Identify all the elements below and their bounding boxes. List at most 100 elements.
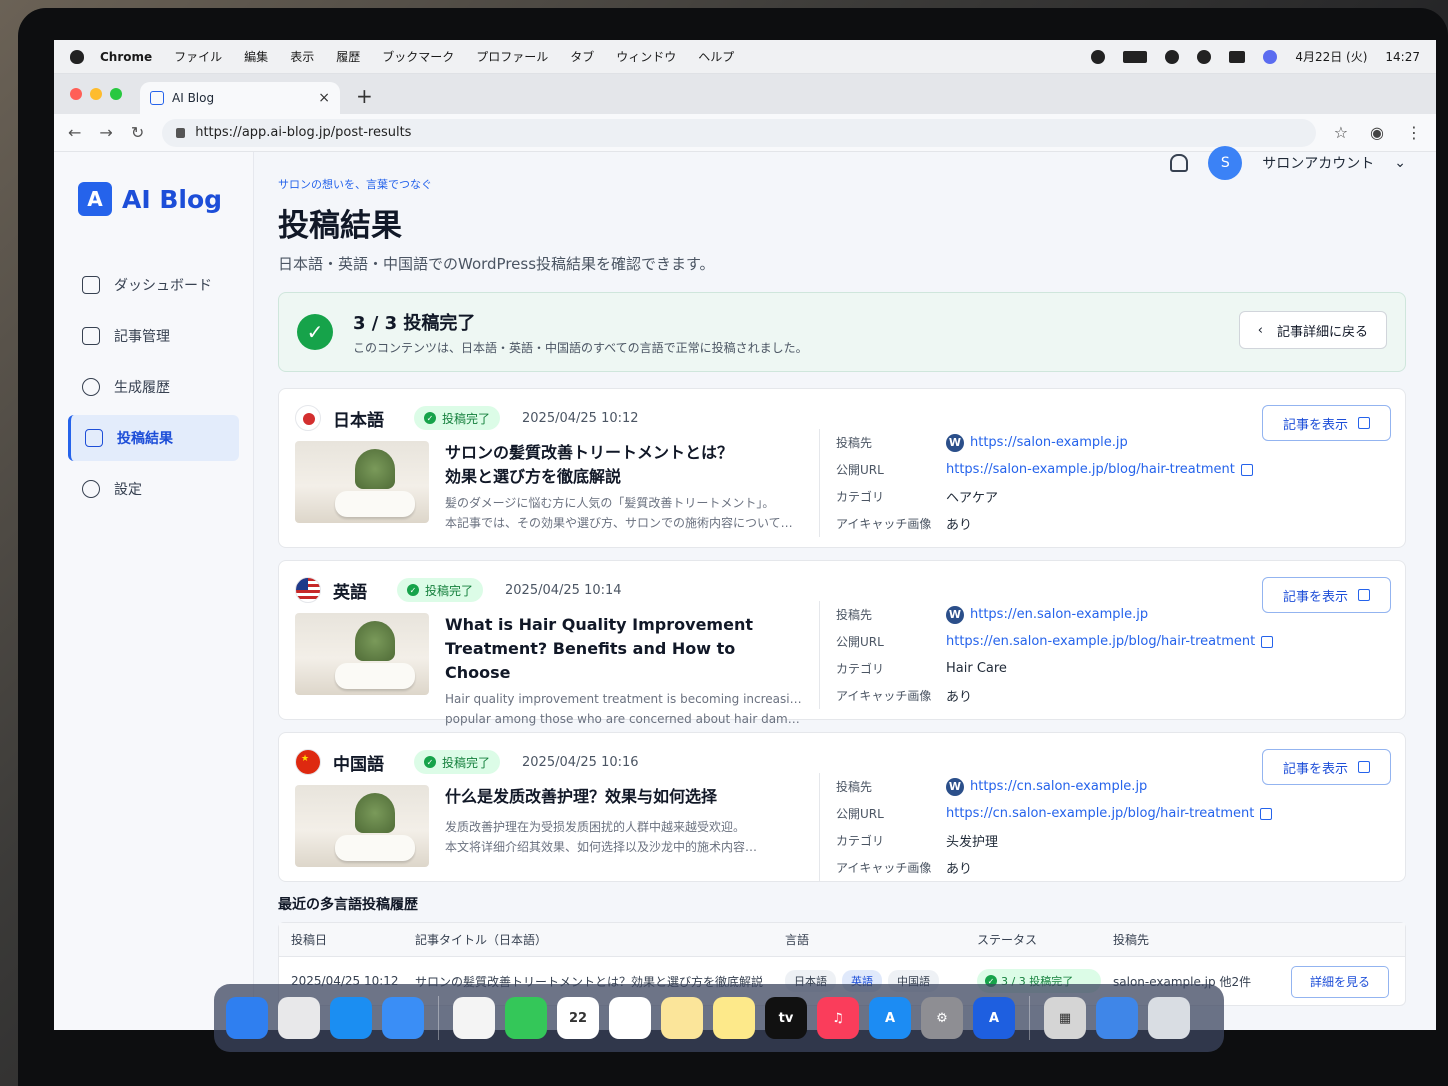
- ai-app-icon[interactable]: A: [973, 997, 1015, 1039]
- menubar: Chrome ファイル 編集 表示 履歴 ブックマーク プロファール タブ ウィ…: [54, 40, 1436, 74]
- column-header-status[interactable]: ステータス: [965, 931, 1101, 948]
- post-meta: 投稿先 Whttps://en.salon-example.jp 公開URL h…: [819, 601, 1274, 709]
- external-link-icon[interactable]: [1240, 463, 1253, 476]
- public-url-link[interactable]: https://en.salon-example.jp/blog/hair-tr…: [946, 634, 1255, 649]
- notes-icon[interactable]: [661, 997, 703, 1039]
- document-icon: [82, 327, 100, 345]
- column-header-date[interactable]: 投稿日: [279, 931, 403, 948]
- article-excerpt-line2: 本文将详细介绍其效果、如何选择以及沙龙中的施术内容…: [445, 840, 758, 854]
- menu-edit[interactable]: 編集: [244, 48, 268, 65]
- lock-icon[interactable]: [176, 127, 186, 138]
- meta-key-eyecatch: アイキャッチ画像: [836, 517, 932, 531]
- music-icon[interactable]: ♫: [817, 997, 859, 1039]
- menu-bookmarks[interactable]: ブックマーク: [382, 48, 454, 65]
- avatar[interactable]: S: [1208, 146, 1243, 180]
- reminders-icon[interactable]: [609, 997, 651, 1039]
- menu-file[interactable]: ファイル: [174, 48, 222, 65]
- status-label: 投稿完了: [442, 755, 491, 770]
- new-tab-icon[interactable]: +: [356, 84, 373, 108]
- post-datetime: 2025/04/25 10:14: [505, 582, 622, 598]
- close-tab-icon[interactable]: ×: [318, 90, 330, 106]
- zoom-window-icon[interactable]: [110, 88, 122, 100]
- menu-profile[interactable]: プロファール: [476, 48, 548, 65]
- safari-icon[interactable]: [330, 997, 372, 1039]
- app-logo[interactable]: A AI Blog: [78, 182, 239, 216]
- sidebar-item-settings[interactable]: 設定: [68, 466, 239, 512]
- back-icon[interactable]: ←: [68, 123, 81, 142]
- trash-icon[interactable]: [1148, 997, 1190, 1039]
- back-to-article-button[interactable]: ‹ 記事詳細に戻る: [1238, 311, 1387, 349]
- public-url-link[interactable]: https://cn.salon-example.jp/blog/hair-tr…: [946, 806, 1254, 821]
- meta-key-target: 投稿先: [836, 436, 873, 450]
- external-link-icon[interactable]: [1260, 807, 1273, 820]
- menu-view[interactable]: 表示: [290, 48, 314, 65]
- eyecatch-value: あり: [946, 518, 973, 533]
- tv-icon[interactable]: tv: [765, 997, 807, 1039]
- sidebar-item-post-results[interactable]: 投稿結果: [68, 415, 239, 461]
- view-article-button[interactable]: 記事を表示: [1261, 405, 1391, 441]
- target-site-link[interactable]: https://en.salon-example.jp: [970, 607, 1148, 622]
- menu-history[interactable]: 履歴: [336, 48, 360, 65]
- finder-icon[interactable]: [226, 997, 268, 1039]
- sidebar-item-label: 設定: [114, 482, 142, 498]
- summary-title: 3 / 3 投稿完了: [353, 312, 476, 334]
- view-details-button[interactable]: 詳細を見る: [1291, 965, 1390, 998]
- settings-icon[interactable]: ⚙: [921, 997, 963, 1039]
- chevron-down-icon[interactable]: ⌄: [1394, 155, 1406, 171]
- column-header-title[interactable]: 記事タイトル（日本語）: [403, 931, 773, 948]
- sidebar-item-dashboard[interactable]: ダッシュボード: [68, 262, 239, 308]
- summary-banner: ✓ 3 / 3 投稿完了 このコンテンツは、日本語・英語・中国語のすべての言語で…: [278, 292, 1406, 372]
- calculator-icon[interactable]: ▦: [1044, 997, 1086, 1039]
- menubar-time[interactable]: 14:27: [1385, 50, 1420, 64]
- mail-icon[interactable]: [382, 997, 424, 1039]
- view-article-button[interactable]: 記事を表示: [1261, 749, 1391, 785]
- column-header-language[interactable]: 言語: [773, 931, 965, 948]
- launchpad-icon[interactable]: [278, 997, 320, 1039]
- profile-icon[interactable]: ◉: [1370, 123, 1384, 142]
- url-input[interactable]: https://app.ai-blog.jp/post-results: [162, 118, 1316, 147]
- more-menu-icon[interactable]: ⋮: [1406, 123, 1422, 142]
- wifi-icon[interactable]: [1165, 49, 1180, 64]
- close-window-icon[interactable]: [70, 88, 82, 100]
- calendar-icon[interactable]: 22: [557, 997, 599, 1039]
- reload-icon[interactable]: ↻: [131, 123, 144, 142]
- battery-icon[interactable]: [1123, 50, 1148, 63]
- check-icon: ✓: [407, 584, 419, 596]
- target-site-link[interactable]: https://salon-example.jp: [970, 435, 1128, 450]
- bookmark-star-icon[interactable]: ☆: [1334, 123, 1348, 142]
- xcode-icon[interactable]: [1096, 997, 1138, 1039]
- menu-tab[interactable]: タブ: [570, 48, 594, 65]
- account-name[interactable]: サロンアカウント: [1262, 153, 1374, 173]
- us-flag-icon: [295, 577, 321, 603]
- messages-icon[interactable]: [505, 997, 547, 1039]
- external-link-icon: [1358, 417, 1370, 429]
- check-icon: ✓: [424, 412, 436, 424]
- column-header-target[interactable]: 投稿先: [1101, 931, 1279, 948]
- photos-icon[interactable]: [453, 997, 495, 1039]
- article-excerpt-line2: 本記事では、その効果や選び方、サロンでの施術内容について…: [445, 516, 793, 530]
- notification-bell-icon[interactable]: [1170, 154, 1189, 172]
- bell-status-icon[interactable]: [1091, 49, 1106, 64]
- menubar-status: 4月22日 (火) 14:27: [1091, 48, 1420, 65]
- tab-ai-blog[interactable]: AI Blog ×: [140, 82, 340, 114]
- menu-help[interactable]: ヘルプ: [698, 48, 734, 65]
- external-link-icon[interactable]: [1261, 635, 1274, 648]
- target-site-link[interactable]: https://cn.salon-example.jp: [970, 779, 1147, 794]
- siri-icon[interactable]: [1263, 49, 1278, 64]
- minimize-window-icon[interactable]: [90, 88, 102, 100]
- control-center-icon[interactable]: [1229, 50, 1246, 63]
- japan-flag-icon: [295, 405, 321, 431]
- appstore-icon[interactable]: A: [869, 997, 911, 1039]
- menu-window[interactable]: ウィンドウ: [616, 48, 676, 65]
- stickies-icon[interactable]: [713, 997, 755, 1039]
- apple-icon[interactable]: [70, 49, 84, 64]
- menu-chrome[interactable]: Chrome: [100, 50, 152, 64]
- forward-icon[interactable]: →: [99, 123, 112, 142]
- spotlight-icon[interactable]: [1197, 49, 1212, 64]
- sidebar-item-articles[interactable]: 記事管理: [68, 313, 239, 359]
- sidebar-item-history[interactable]: 生成履歴: [68, 364, 239, 410]
- view-article-button[interactable]: 記事を表示: [1261, 577, 1391, 613]
- menubar-date[interactable]: 4月22日 (火): [1295, 48, 1367, 65]
- public-url-link[interactable]: https://salon-example.jp/blog/hair-treat…: [946, 462, 1235, 477]
- meta-key-url: 公開URL: [836, 463, 884, 477]
